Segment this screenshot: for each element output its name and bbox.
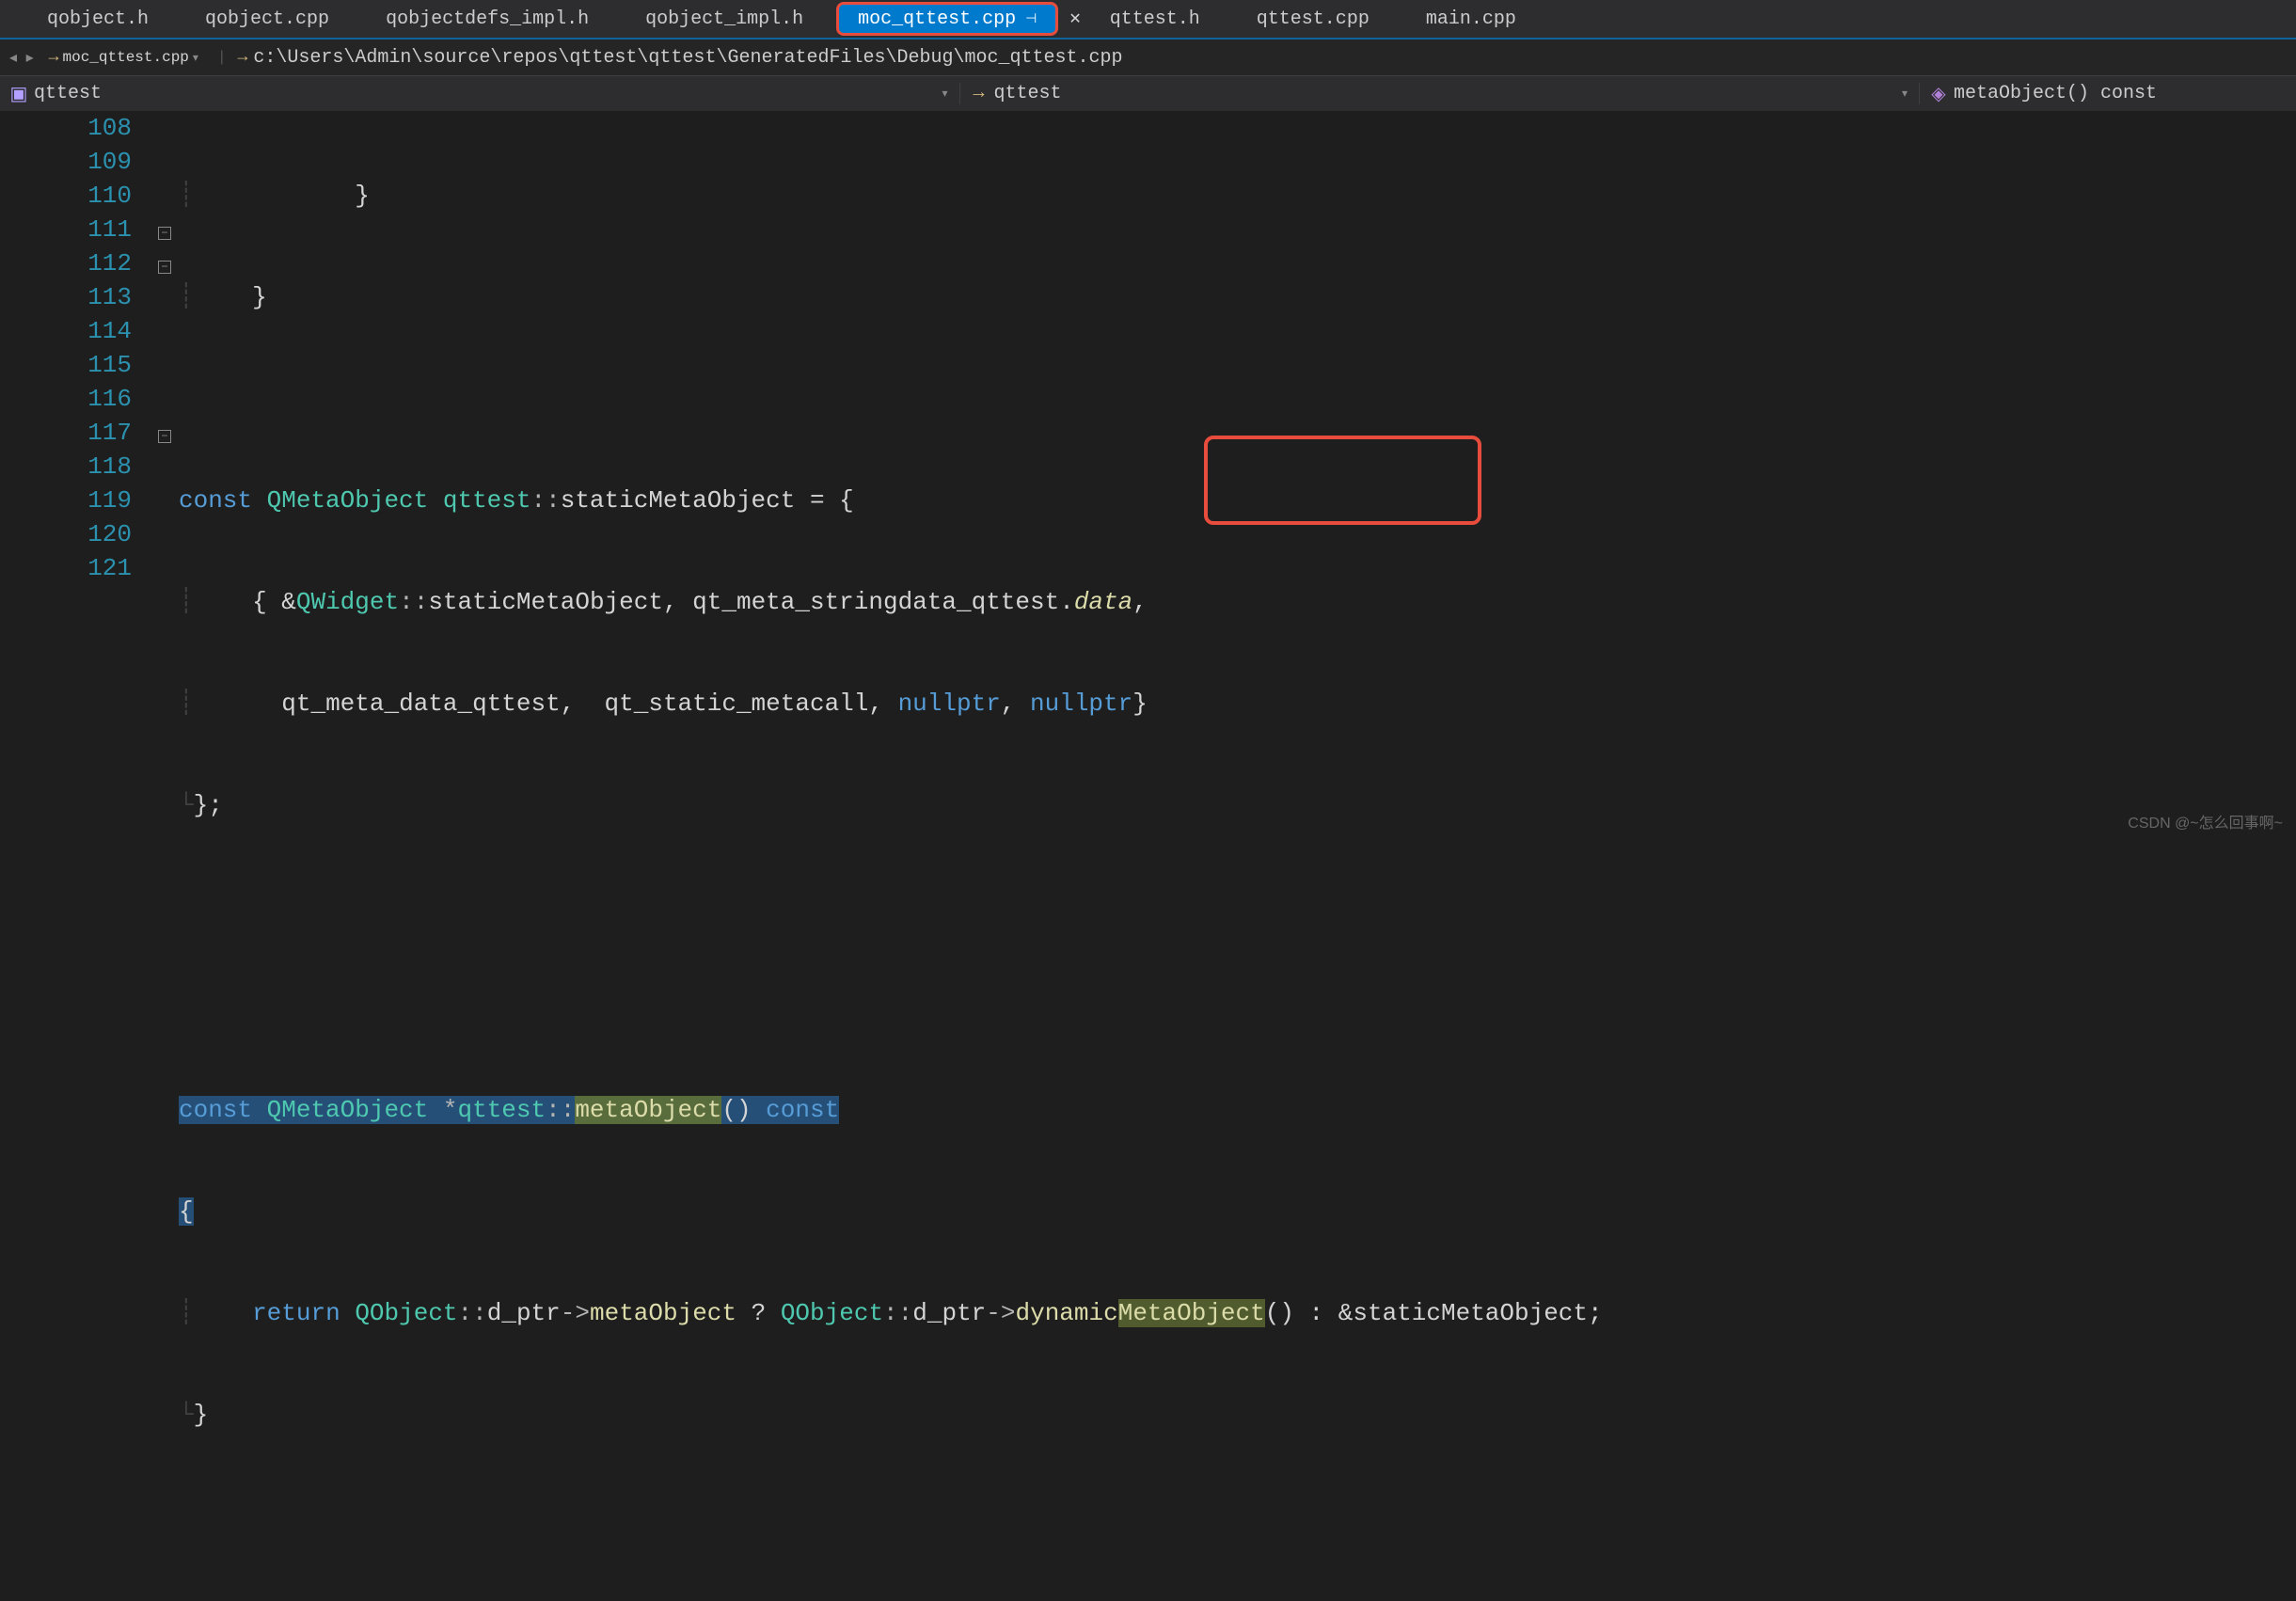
watermark: CSDN @~怎么回事啊~ bbox=[2128, 810, 2283, 832]
tab-qobjectdefs-impl-h[interactable]: qobjectdefs_impl.h bbox=[357, 0, 617, 38]
fold-toggle[interactable]: − bbox=[158, 261, 171, 274]
tab-bar: qobject.h qobject.cpp qobjectdefs_impl.h… bbox=[0, 0, 2296, 40]
pin-icon[interactable]: ⊣ bbox=[1025, 11, 1037, 27]
tab-qobject-impl-h[interactable]: qobject_impl.h bbox=[617, 0, 831, 38]
fold-column: − − − bbox=[150, 111, 179, 1601]
scope-2[interactable]: → qttest ▾ bbox=[960, 83, 1921, 104]
tab-qttest-h[interactable]: qttest.h bbox=[1082, 0, 1228, 38]
navigation-bar: ◂ ▸ → moc_qttest.cpp ▾ | → c:\Users\Admi… bbox=[0, 40, 2296, 75]
tab-qobject-h[interactable]: qobject.h bbox=[19, 0, 177, 38]
chevron-down-icon: ▾ bbox=[193, 51, 198, 65]
chevron-down-icon: ▾ bbox=[1902, 87, 1908, 101]
method-icon: ◈ bbox=[1931, 87, 1946, 102]
gutter bbox=[0, 111, 66, 1601]
class-icon: → bbox=[972, 87, 987, 102]
fold-toggle[interactable]: − bbox=[158, 430, 171, 443]
scope-1[interactable]: ▣ qttest ▾ bbox=[0, 83, 960, 104]
tab-moc-qttest-cpp[interactable]: moc_qttest.cpp ⊣ bbox=[836, 2, 1058, 36]
tab-qobject-cpp[interactable]: qobject.cpp bbox=[177, 0, 357, 38]
file-path[interactable]: → c:\Users\Admin\source\repos\qttest\qtt… bbox=[238, 47, 1123, 69]
fold-toggle[interactable]: − bbox=[158, 227, 171, 240]
code-editor[interactable]: 108 109 110 111 112 113 114 115 116 117 … bbox=[0, 111, 2296, 1601]
context-bar: ▣ qttest ▾ → qttest ▾ ◈ metaObject() con… bbox=[0, 75, 2296, 111]
code-area[interactable]: ┊ } ┊ } const QMetaObject qttest::static… bbox=[179, 111, 2296, 1601]
tab-main-cpp[interactable]: main.cpp bbox=[1398, 0, 1544, 38]
arrow-icon: → bbox=[49, 48, 59, 67]
symbol-dropdown[interactable]: ◈ metaObject() const bbox=[1920, 83, 2296, 104]
line-numbers: 108 109 110 111 112 113 114 115 116 117 … bbox=[66, 111, 150, 1601]
chevron-down-icon: ▾ bbox=[942, 87, 947, 101]
struct-icon: ▣ bbox=[11, 87, 26, 102]
file-dropdown[interactable]: → moc_qttest.cpp ▾ bbox=[41, 46, 206, 69]
arrow-icon: → bbox=[238, 48, 248, 67]
tab-qttest-cpp[interactable]: qttest.cpp bbox=[1228, 0, 1398, 38]
close-icon[interactable]: ✕ bbox=[1069, 9, 1081, 28]
